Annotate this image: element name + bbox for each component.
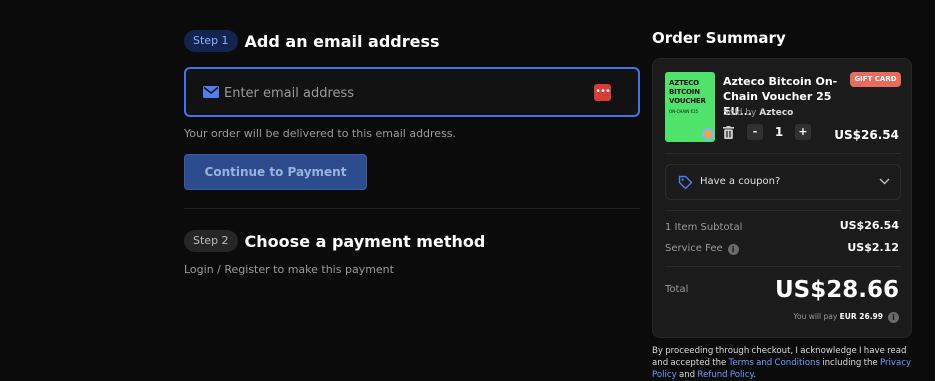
subtotal-label: 1 Item Subtotal	[665, 222, 743, 233]
step-2-title: Choose a payment method	[244, 231, 486, 251]
refund-policy-link[interactable]: Refund Policy	[697, 370, 753, 380]
product-thumbnail: AZTECO BITCOIN VOUCHER ON-CHAIN €25	[665, 72, 715, 142]
quantity-value: 1	[774, 125, 784, 139]
item-price: US$26.54	[834, 128, 899, 142]
trash-icon[interactable]	[723, 126, 734, 139]
voucher-title: AZTECO BITCOIN VOUCHER	[669, 79, 706, 105]
order-summary-card: AZTECO BITCOIN VOUCHER ON-CHAIN €25 Azte…	[652, 58, 912, 338]
subtotal-value: US$26.54	[839, 219, 899, 232]
step-1-badge: Step 1	[184, 30, 238, 52]
quantity-decrease-button[interactable]: -	[747, 124, 763, 140]
you-pay-label: You will pay	[793, 312, 838, 321]
info-icon[interactable]: i	[888, 312, 899, 323]
total-label: Total	[665, 284, 689, 295]
continue-to-payment-button[interactable]: Continue to Payment	[184, 154, 367, 190]
service-fee-row: Service Fee i	[665, 243, 739, 255]
window-edge	[935, 0, 939, 381]
disclaimer-text: and	[678, 370, 696, 380]
coupon-dropdown[interactable]: Have a coupon?	[665, 164, 901, 200]
service-fee-value: US$2.12	[847, 241, 899, 254]
quantity-increase-button[interactable]: +	[795, 124, 811, 140]
sold-by-label: Sold by	[723, 108, 757, 118]
terms-link[interactable]: Terms and Conditions	[729, 358, 820, 368]
step-1-header: Step 1 Add an email address	[184, 30, 440, 52]
checkout-disclaimer: By proceeding through checkout, I acknow…	[652, 345, 922, 381]
you-will-pay: You will pay EUR 26.99 i	[793, 312, 899, 323]
step-1-title: Add an email address	[244, 31, 440, 51]
card-divider	[665, 266, 901, 267]
card-divider	[665, 210, 901, 211]
voucher-subtitle: ON-CHAIN €25	[669, 109, 699, 114]
you-pay-value: EUR 26.99	[839, 312, 883, 321]
gift-card-badge: GIFT CARD	[850, 72, 901, 87]
voucher-coin-icon	[702, 128, 714, 140]
card-divider	[665, 153, 901, 154]
step-2-header: Step 2 Choose a payment method	[184, 230, 485, 252]
email-hint: Your order will be delivered to this ema…	[184, 127, 457, 140]
login-register-hint: Login / Register to make this payment	[184, 263, 394, 276]
order-summary-title: Order Summary	[652, 29, 786, 47]
password-manager-icon[interactable]: •••	[594, 84, 611, 101]
seller-info: Sold by Azteco	[723, 108, 793, 118]
divider	[184, 208, 640, 209]
total-value: US$28.66	[775, 277, 899, 303]
disclaimer-text: .	[753, 370, 757, 380]
mail-icon	[203, 86, 219, 98]
seller-name: Azteco	[759, 108, 794, 118]
service-fee-label: Service Fee	[665, 243, 723, 254]
step-2-badge: Step 2	[184, 230, 238, 252]
tag-icon	[678, 175, 693, 190]
chevron-down-icon	[879, 178, 890, 185]
disclaimer-text: including the	[822, 358, 878, 368]
coupon-label: Have a coupon?	[700, 176, 781, 187]
info-icon[interactable]: i	[727, 244, 739, 255]
email-input[interactable]	[224, 82, 584, 104]
email-field[interactable]: •••	[184, 67, 640, 117]
